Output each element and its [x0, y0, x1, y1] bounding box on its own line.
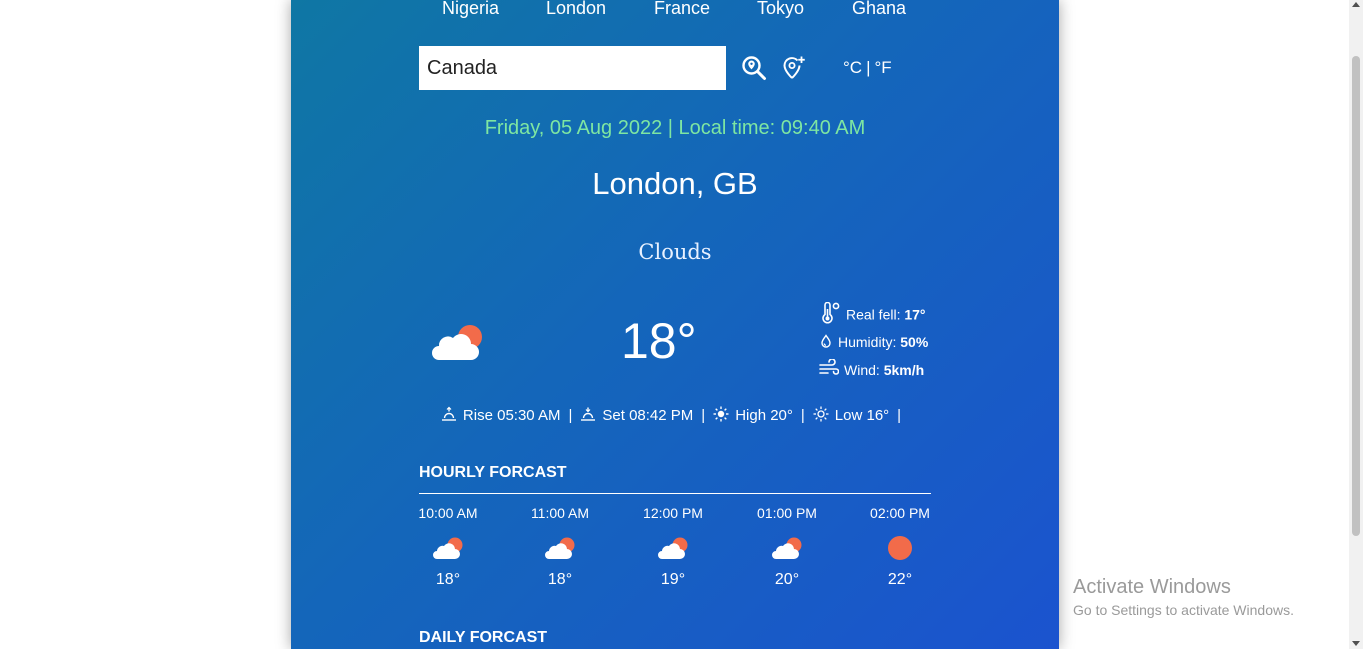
low-temp-item: Low 16° [813, 406, 889, 426]
sun-icon [713, 406, 729, 426]
city-link-nigeria[interactable]: Nigeria [442, 0, 499, 19]
feels-like-row: Real fell: 17° [819, 301, 926, 324]
celsius-button[interactable]: °C [843, 58, 862, 77]
city-link-london[interactable]: London [546, 0, 606, 19]
scroll-thumb[interactable] [1352, 56, 1360, 536]
hourly-item: 10:00 AM 18° [418, 505, 478, 588]
partly-cloudy-icon [543, 535, 577, 561]
partly-cloudy-icon [770, 535, 804, 561]
hourly-item: 02:00 PM 22° [870, 505, 930, 588]
thermometer-icon [819, 301, 841, 330]
humidity-row: Humidity: 50% [819, 331, 928, 353]
sunset-item: Set 08:42 PM [580, 406, 693, 426]
partly-cloudy-icon [429, 320, 489, 364]
sunrise-item: Rise 05:30 AM [441, 406, 560, 426]
sun-info-row: Rise 05:30 AM | Set 08:42 PM | High 20° … [291, 406, 1059, 426]
sun-icon [883, 535, 917, 561]
scroll-down-arrow-icon[interactable] [1352, 641, 1360, 646]
city-nav: Nigeria London France Tokyo Ghana [291, 0, 1059, 22]
partly-cloudy-icon [656, 535, 690, 561]
wind-value: 5km/h [883, 362, 925, 378]
scroll-up-arrow-icon[interactable] [1352, 2, 1360, 7]
local-datetime: Friday, 05 Aug 2022 | Local time: 09:40 … [484, 117, 866, 139]
partly-cloudy-icon [431, 535, 465, 561]
current-temperature: 18° [621, 313, 697, 369]
hourly-item: 12:00 PM 19° [643, 505, 703, 588]
humidity-value: 50% [900, 334, 929, 350]
city-link-tokyo[interactable]: Tokyo [757, 0, 804, 19]
sun-outline-icon [813, 406, 829, 426]
city-link-france[interactable]: France [654, 0, 710, 19]
location-title: London, GB [592, 166, 758, 201]
page-scrollbar[interactable] [1349, 0, 1363, 649]
unit-toggle: °C | °F [843, 58, 892, 78]
droplet-icon [819, 332, 833, 354]
high-temp-item: High 20° [713, 406, 793, 426]
windows-activation-watermark: Activate Windows Go to Settings to activ… [1073, 576, 1294, 618]
city-search-input[interactable] [419, 46, 726, 90]
fahrenheit-button[interactable]: °F [875, 58, 892, 77]
unit-separator: | [866, 58, 871, 77]
feels-like-value: 17° [904, 306, 926, 323]
weather-condition: Clouds [638, 240, 712, 264]
current-location-icon[interactable] [781, 55, 807, 81]
search-row: °C|°F [419, 46, 899, 90]
wind-row: Wind: 5km/h [819, 358, 925, 383]
city-link-ghana[interactable]: Ghana [852, 0, 906, 19]
hourly-item: 11:00 AM 18° [530, 505, 590, 588]
sunset-icon [580, 406, 596, 426]
search-location-icon[interactable] [741, 55, 767, 81]
daily-forecast-title: DAILY FORCAST [419, 629, 548, 646]
hourly-item: 01:00 PM 20° [757, 505, 817, 588]
weather-card: Nigeria London France Tokyo Ghana Canada… [291, 0, 1059, 649]
wind-icon [819, 358, 840, 383]
hourly-forecast-title: HOURLY FORCAST [419, 464, 567, 481]
sunrise-icon [441, 406, 457, 426]
hourly-divider [419, 493, 931, 494]
